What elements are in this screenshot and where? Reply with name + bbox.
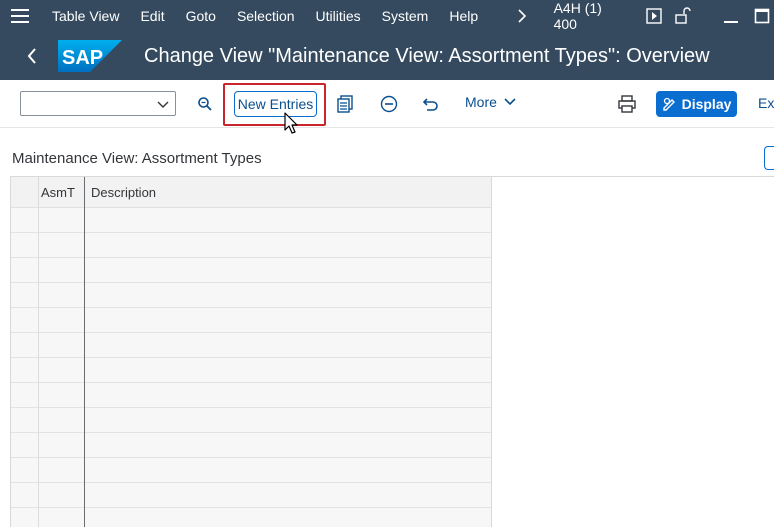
menu-bar: Table View Edit Goto Selection Utilities…: [0, 0, 774, 32]
new-entries-button[interactable]: New Entries: [234, 91, 317, 117]
undo-icon[interactable]: [418, 91, 444, 117]
mouse-cursor-icon: [284, 112, 300, 141]
chevron-right-icon[interactable]: [510, 0, 534, 32]
table-header: AsmT Description: [11, 177, 491, 208]
minimize-icon[interactable]: [719, 0, 743, 32]
menu-item-goto[interactable]: Goto: [186, 8, 216, 24]
column-header-asmt[interactable]: AsmT: [41, 177, 85, 208]
menu-item-system[interactable]: System: [382, 8, 429, 24]
delete-icon[interactable]: [376, 91, 402, 117]
maximize-icon[interactable]: [750, 0, 774, 32]
section-title: Maintenance View: Assortment Types: [12, 150, 262, 167]
menubar-right-group: A4H (1) 400: [510, 0, 774, 32]
table-row[interactable]: [11, 483, 491, 508]
chevron-down-icon[interactable]: [155, 96, 171, 112]
column-separator: [84, 177, 85, 527]
table-row[interactable]: [11, 333, 491, 358]
menu-item-help[interactable]: Help: [449, 8, 478, 24]
display-label: Display: [681, 96, 732, 112]
table-settings-button[interactable]: [764, 146, 774, 170]
display-change-icon: [662, 97, 675, 111]
table-empty-area: [491, 177, 774, 527]
sap-logo: SAP: [58, 40, 122, 72]
command-field[interactable]: [20, 91, 176, 116]
data-table: AsmT Description: [10, 176, 774, 527]
search-icon[interactable]: [192, 91, 218, 117]
svg-text:SAP: SAP: [62, 47, 103, 69]
table-row[interactable]: [11, 433, 491, 458]
table-row[interactable]: [11, 408, 491, 433]
menu-item-edit[interactable]: Edit: [140, 8, 164, 24]
menu-item-table-view[interactable]: Table View: [52, 8, 119, 24]
back-button[interactable]: [12, 32, 52, 80]
more-button[interactable]: More: [465, 94, 517, 110]
column-separator: [38, 177, 39, 527]
print-icon[interactable]: [614, 91, 640, 117]
table-row[interactable]: [11, 208, 491, 233]
more-label: More: [465, 94, 497, 110]
table-row[interactable]: [11, 458, 491, 483]
table-row[interactable]: [11, 508, 491, 527]
exit-button[interactable]: Ex: [758, 95, 774, 111]
menu-item-selection[interactable]: Selection: [237, 8, 295, 24]
play-icon[interactable]: [642, 0, 666, 32]
row-selector-header[interactable]: [11, 177, 38, 208]
table-row[interactable]: [11, 283, 491, 308]
menu-items: Table View Edit Goto Selection Utilities…: [52, 8, 499, 24]
new-entries-label: New Entries: [237, 96, 314, 112]
table-row[interactable]: [11, 233, 491, 258]
system-info: A4H (1) 400: [553, 0, 602, 32]
table-row[interactable]: [11, 358, 491, 383]
table-row[interactable]: [11, 258, 491, 283]
column-header-description[interactable]: Description: [91, 177, 391, 208]
chevron-down-icon: [504, 98, 516, 106]
column-header-description-label: Description: [91, 185, 157, 200]
column-header-asmt-label: AsmT: [41, 185, 75, 200]
copy-icon[interactable]: [333, 91, 359, 117]
page-title: Change View "Maintenance View: Assortmen…: [144, 44, 710, 67]
lock-open-icon[interactable]: [671, 0, 695, 32]
table-row[interactable]: [11, 383, 491, 408]
hamburger-icon[interactable]: [0, 0, 40, 32]
display-button[interactable]: Display: [656, 91, 737, 117]
table-body: AsmT Description: [11, 177, 491, 527]
chevron-left-icon: [27, 48, 36, 64]
table-row[interactable]: [11, 308, 491, 333]
title-bar: SAP Change View "Maintenance View: Assor…: [0, 32, 774, 80]
menu-item-utilities[interactable]: Utilities: [316, 8, 361, 24]
